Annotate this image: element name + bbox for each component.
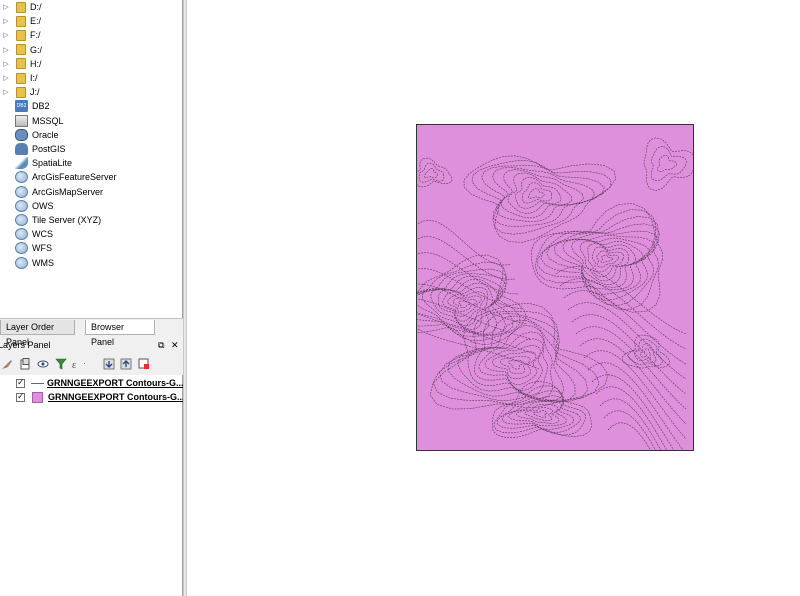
- add-group-icon[interactable]: [18, 357, 31, 370]
- browser-item-label: WCS: [32, 229, 53, 240]
- browser-item-wfs[interactable]: WFS: [0, 241, 52, 255]
- layer-name: GRNNGEEXPORT Contours-G...: [47, 378, 184, 388]
- browser-item-label: G:/: [30, 44, 43, 55]
- layers-panel-title: Layers Panel: [0, 340, 51, 350]
- layers-panel-header: Layers Panel ⧉ ✕: [0, 338, 183, 353]
- folder-icon: [16, 44, 26, 56]
- arcgis-map-icon: [15, 185, 28, 198]
- remove-layer-icon[interactable]: [137, 357, 150, 370]
- browser-item-ows[interactable]: OWS: [0, 199, 54, 213]
- db2-icon: DB2: [15, 100, 28, 113]
- browser-item-label: OWS: [32, 200, 54, 211]
- browser-item-label: MSSQL: [32, 115, 64, 126]
- expand-arrow-icon[interactable]: ▷: [0, 74, 12, 82]
- xyz-icon: [15, 214, 28, 226]
- browser-panel-tree[interactable]: ▷ D:/▷ E:/▷ F:/▷ G:/▷ H:/▷ I:/▷ J:/DB2 DB2 MSSQL O…: [0, 0, 183, 318]
- browser-item-postgis[interactable]: PostGIS: [0, 142, 66, 156]
- postgis-icon: [15, 143, 28, 155]
- expand-arrow-icon[interactable]: ▷: [0, 3, 12, 11]
- wcs-icon: [15, 228, 28, 241]
- browser-item-label: DB2: [32, 101, 50, 112]
- browser-item-label: WFS: [32, 243, 52, 254]
- float-panel-icon[interactable]: ⧉: [158, 338, 164, 353]
- contour-map: [416, 124, 694, 451]
- folder-icon: [16, 1, 26, 13]
- browser-item-wms[interactable]: WMS: [0, 256, 54, 270]
- browser-item-g[interactable]: ▷ G:/: [0, 43, 42, 57]
- spatialite-icon: [15, 157, 28, 170]
- browser-item-label: F:/: [30, 30, 41, 41]
- dock-tabs: Layer Order Panel Browser Panel: [0, 318, 183, 347]
- browser-item-label: ArcGisMapServer: [32, 186, 104, 197]
- browser-item-label: PostGIS: [32, 144, 66, 154]
- layer-visibility-checkbox[interactable]: [16, 377, 25, 388]
- browser-item-e[interactable]: ▷ E:/: [0, 14, 41, 28]
- folder-icon: [16, 58, 26, 70]
- browser-item-label: Oracle: [32, 129, 59, 140]
- tab-layer-order-panel[interactable]: Layer Order Panel: [0, 320, 75, 347]
- polygon-symbol-icon: [32, 391, 43, 403]
- browser-item-label: H:/: [30, 58, 42, 69]
- expand-arrow-icon[interactable]: ▷: [0, 60, 12, 68]
- browser-item-label: Tile Server (XYZ): [32, 215, 102, 225]
- folder-icon: [16, 86, 26, 98]
- filter-icon[interactable]: [54, 357, 67, 370]
- close-panel-icon[interactable]: ✕: [171, 338, 179, 353]
- browser-item-label: D:/: [30, 2, 42, 12]
- expand-arrow-icon[interactable]: ▷: [0, 88, 12, 96]
- line-symbol-icon: [31, 382, 44, 384]
- browser-item-f[interactable]: ▷ F:/: [0, 28, 41, 42]
- layers-list[interactable]: GRNNGEEXPORT Contours-G... GRNNGEEXPORT C…: [0, 375, 185, 596]
- collapse-all-icon[interactable]: [119, 357, 132, 370]
- browser-item-h[interactable]: ▷ H:/: [0, 57, 42, 71]
- polygon-extent: [416, 124, 694, 451]
- expand-arrow-icon[interactable]: ▷: [0, 46, 12, 54]
- style-brush-icon[interactable]: [0, 357, 13, 370]
- browser-item-label: SpatiaLite: [32, 158, 73, 169]
- svg-text:ε: ε: [72, 360, 76, 370]
- layer-name: GRNNGEEXPORT Contours-G...: [48, 392, 185, 402]
- browser-item-label: WMS: [32, 257, 54, 268]
- browser-item-tile-server-xyz[interactable]: Tile Server (XYZ): [0, 213, 101, 227]
- browser-item-j[interactable]: ▷ J:/: [0, 85, 40, 99]
- browser-item-arcgisfeatureserver[interactable]: ArcGisFeatureServer: [0, 170, 117, 184]
- browser-item-i[interactable]: ▷ I:/: [0, 71, 38, 85]
- browser-item-label: J:/: [30, 87, 40, 98]
- folder-icon: [16, 72, 26, 84]
- browser-item-label: E:/: [30, 16, 42, 27]
- left-dock: ▷ D:/▷ E:/▷ F:/▷ G:/▷ H:/▷ I:/▷ J:/DB2 DB2 MSSQL O…: [0, 0, 185, 596]
- browser-item-mssql[interactable]: MSSQL: [0, 114, 64, 128]
- layers-toolbar: ε: [0, 355, 183, 373]
- oracle-icon: [15, 128, 28, 141]
- arcgis-feature-icon: [15, 171, 28, 184]
- browser-item-label: ArcGisFeatureServer: [32, 172, 117, 183]
- expand-all-icon[interactable]: [102, 357, 115, 370]
- browser-item-db2[interactable]: DB2 DB2: [0, 99, 50, 113]
- browser-item-arcgismapserver[interactable]: ArcGisMapServer: [0, 185, 103, 199]
- layer-row[interactable]: GRNNGEEXPORT Contours-G...: [0, 390, 185, 404]
- folder-icon: [16, 29, 26, 41]
- folder-icon: [16, 15, 26, 27]
- browser-item-spatialite[interactable]: SpatiaLite: [0, 156, 72, 170]
- wms-icon: [15, 256, 28, 269]
- ows-icon: [15, 199, 28, 212]
- browser-item-wcs[interactable]: WCS: [0, 227, 53, 241]
- wfs-icon: [15, 242, 28, 255]
- expand-arrow-icon[interactable]: ▷: [0, 17, 12, 25]
- manage-visibility-icon[interactable]: [36, 357, 49, 370]
- browser-item-d[interactable]: ▷ D:/: [0, 0, 42, 14]
- browser-item-label: I:/: [30, 73, 38, 83]
- mssql-icon: [15, 114, 28, 127]
- tab-browser-panel[interactable]: Browser Panel: [85, 320, 155, 347]
- layer-visibility-checkbox[interactable]: [16, 391, 25, 402]
- filter-expression-icon[interactable]: ε: [72, 357, 85, 370]
- layer-row[interactable]: GRNNGEEXPORT Contours-G...: [0, 376, 184, 390]
- map-canvas[interactable]: [187, 0, 800, 596]
- expand-arrow-icon[interactable]: ▷: [0, 31, 12, 39]
- browser-item-oracle[interactable]: Oracle: [0, 128, 59, 142]
